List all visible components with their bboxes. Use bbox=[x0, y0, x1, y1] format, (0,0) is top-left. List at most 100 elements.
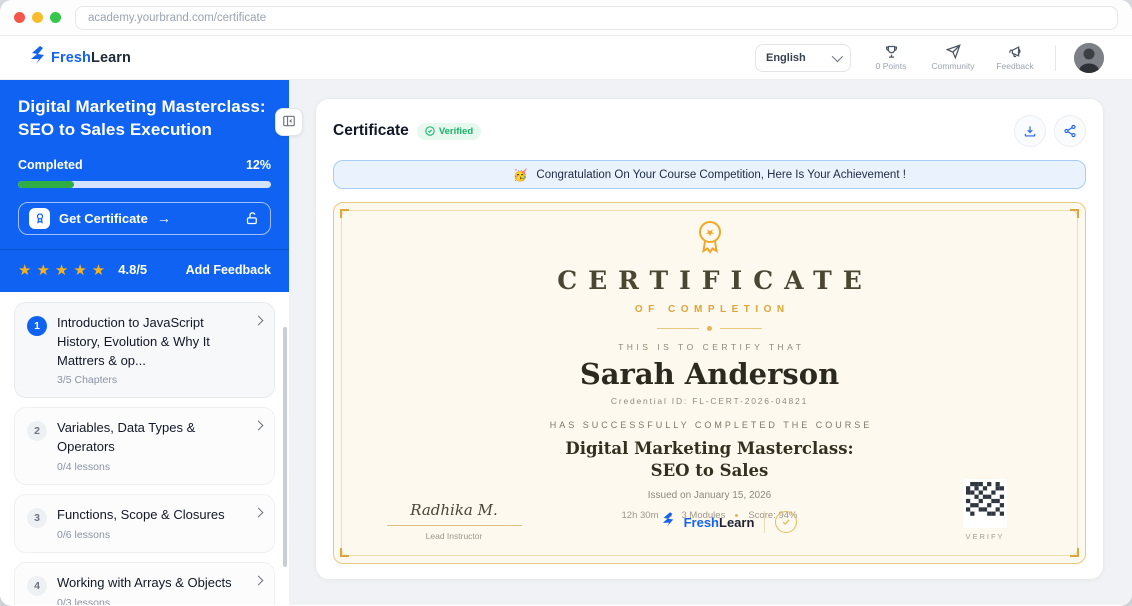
brand-name: FreshLearn bbox=[51, 50, 131, 66]
user-avatar[interactable] bbox=[1074, 43, 1104, 73]
browser-window: academy.yourbrand.com/certificate FreshL… bbox=[0, 0, 1132, 606]
address-bar[interactable]: academy.yourbrand.com/certificate bbox=[75, 6, 1118, 30]
course-title: Digital Marketing Masterclass: SEO to Sa… bbox=[18, 96, 271, 142]
party-emoji: 🥳 bbox=[513, 168, 527, 182]
module-meta: 0/6 lessons bbox=[57, 529, 225, 541]
brand-name: FreshLearn bbox=[684, 515, 755, 530]
brand-bolt-icon bbox=[30, 46, 45, 69]
module-meta: 0/4 lessons bbox=[57, 461, 244, 473]
certificate-actions bbox=[1014, 115, 1086, 147]
rating-row: ★★★★★ 4.8/5 Add Feedback bbox=[0, 250, 289, 292]
megaphone-icon bbox=[1008, 44, 1023, 59]
module-item-2[interactable]: 2 Variables, Data Types & Operators 0/4 … bbox=[14, 407, 275, 485]
certificate-heading: CERTIFICATE bbox=[374, 266, 1045, 295]
progress-bar bbox=[18, 181, 271, 188]
feedback-button[interactable]: Feedback bbox=[993, 44, 1037, 71]
verify-caption: VERIFY bbox=[925, 532, 1045, 541]
maximize-window-icon[interactable] bbox=[50, 12, 61, 23]
star-rating-icons: ★★★★★ bbox=[18, 261, 110, 279]
certificate-badge-icon bbox=[29, 208, 50, 229]
header-controls: English 0 Points Community Feedback bbox=[755, 43, 1104, 73]
points-button[interactable]: 0 Points bbox=[869, 44, 913, 71]
qr-code bbox=[963, 479, 1007, 528]
signature-block: Radhika M. Lead Instructor bbox=[374, 501, 534, 541]
language-select[interactable]: English bbox=[755, 44, 851, 72]
get-certificate-button[interactable]: Get Certificate → bbox=[18, 202, 271, 235]
course-sidebar: Digital Marketing Masterclass: SEO to Sa… bbox=[0, 80, 289, 605]
gold-seal-check-icon bbox=[775, 511, 797, 533]
community-label: Community bbox=[932, 61, 975, 71]
points-label: 0 Points bbox=[876, 61, 907, 71]
chevron-right-icon bbox=[254, 421, 264, 431]
module-number: 4 bbox=[27, 576, 47, 596]
module-title: Functions, Scope & Closures bbox=[57, 506, 225, 525]
completed-label: Completed bbox=[18, 158, 83, 172]
brand-logo[interactable]: FreshLearn bbox=[30, 46, 131, 69]
module-item-4[interactable]: 4 Working with Arrays & Objects 0/3 less… bbox=[14, 562, 275, 605]
certificate-brand: FreshLearn bbox=[534, 511, 925, 541]
corner-ornament bbox=[340, 209, 349, 218]
recipient-name: Sarah Anderson bbox=[374, 357, 1045, 391]
feedback-label: Feedback bbox=[996, 61, 1033, 71]
module-title: Introduction to JavaScript History, Evol… bbox=[57, 314, 244, 371]
chevron-right-icon bbox=[254, 315, 264, 325]
chevron-right-icon bbox=[254, 508, 264, 518]
close-window-icon[interactable] bbox=[14, 12, 25, 23]
page-content: Digital Marketing Masterclass: SEO to Sa… bbox=[0, 80, 1132, 605]
completed-percent: 12% bbox=[246, 158, 271, 172]
module-number: 1 bbox=[27, 316, 47, 336]
module-title: Working with Arrays & Objects bbox=[57, 574, 232, 593]
medal-icon bbox=[374, 219, 1045, 257]
module-number: 2 bbox=[27, 421, 47, 441]
sidebar-course-panel: Digital Marketing Masterclass: SEO to Sa… bbox=[0, 80, 289, 292]
progress-bar-fill bbox=[18, 181, 74, 188]
signature-line bbox=[387, 525, 522, 526]
module-list: 1 Introduction to JavaScript History, Ev… bbox=[0, 292, 289, 605]
window-controls bbox=[14, 12, 61, 23]
language-value: English bbox=[766, 52, 806, 64]
corner-ornament bbox=[340, 548, 349, 557]
module-title: Variables, Data Types & Operators bbox=[57, 419, 244, 457]
certificate-card: Certificate Verified bbox=[315, 98, 1104, 580]
rating-value: 4.8/5 bbox=[118, 262, 147, 277]
corner-ornament bbox=[1070, 209, 1079, 218]
chevron-right-icon bbox=[254, 575, 264, 585]
banner-text: Congratulation On Your Course Competitio… bbox=[536, 169, 906, 181]
signature-role: Lead Instructor bbox=[374, 531, 534, 541]
qr-verify-block: VERIFY bbox=[925, 479, 1045, 541]
verified-label: Verified bbox=[439, 126, 473, 137]
module-item-1[interactable]: 1 Introduction to JavaScript History, Ev… bbox=[14, 302, 275, 399]
add-feedback-link[interactable]: Add Feedback bbox=[186, 263, 271, 277]
app-header: FreshLearn English 0 Points Community bbox=[0, 36, 1132, 80]
certificate-card-header: Certificate Verified bbox=[333, 115, 1086, 147]
module-number: 3 bbox=[27, 508, 47, 528]
certificate-footer: Radhika M. Lead Instructor FreshLearn bbox=[374, 479, 1045, 541]
get-certificate-label: Get Certificate bbox=[59, 211, 148, 226]
module-meta: 0/3 lessons bbox=[57, 597, 232, 605]
certify-line: THIS IS TO CERTIFY THAT bbox=[374, 342, 1045, 352]
panel-collapse-icon bbox=[282, 114, 296, 131]
sidebar-scrollbar[interactable] bbox=[283, 327, 287, 567]
community-button[interactable]: Community bbox=[931, 44, 975, 71]
download-button[interactable] bbox=[1014, 115, 1046, 147]
chevron-down-icon bbox=[832, 50, 843, 61]
congratulation-banner: 🥳 Congratulation On Your Course Competit… bbox=[333, 160, 1086, 189]
corner-ornament bbox=[1070, 548, 1079, 557]
completed-course-line: HAS SUCCESSFULLY COMPLETED THE COURSE bbox=[374, 420, 1045, 430]
url-text: academy.yourbrand.com/certificate bbox=[88, 12, 266, 24]
certificate-subheading: OF COMPLETION bbox=[374, 304, 1045, 315]
certificate-document: CERTIFICATE OF COMPLETION THIS IS TO CER… bbox=[333, 202, 1086, 564]
logo-divider bbox=[764, 511, 765, 533]
credential-id: Credential ID: FL-CERT-2026-04821 bbox=[374, 396, 1045, 406]
module-item-3[interactable]: 3 Functions, Scope & Closures 0/6 lesson… bbox=[14, 494, 275, 553]
sidebar-collapse-button[interactable] bbox=[275, 108, 303, 136]
send-icon bbox=[946, 44, 961, 59]
share-button[interactable] bbox=[1054, 115, 1086, 147]
certificate-title: Certificate bbox=[333, 122, 409, 140]
module-meta: 3/5 Chapters bbox=[57, 374, 244, 386]
header-divider bbox=[1055, 45, 1056, 71]
gold-divider bbox=[374, 326, 1045, 331]
unlock-icon bbox=[245, 211, 260, 226]
minimize-window-icon[interactable] bbox=[32, 12, 43, 23]
arrow-right-icon: → bbox=[157, 210, 171, 226]
